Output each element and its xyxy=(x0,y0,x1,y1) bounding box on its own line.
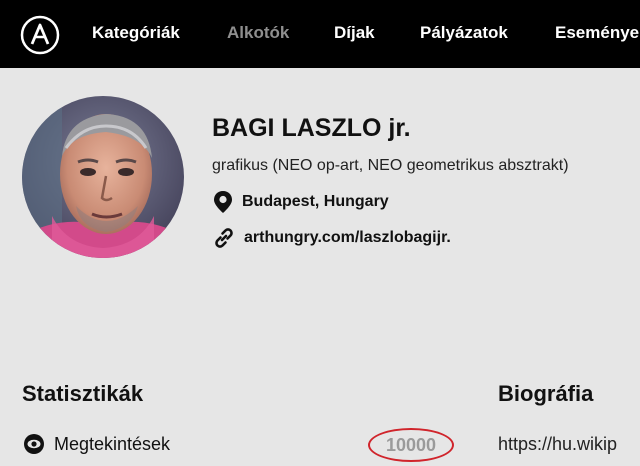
nav-item-kategoriak[interactable]: Kategóriák xyxy=(92,23,180,43)
nav-item-dijak[interactable]: Díjak xyxy=(334,23,375,43)
top-navigation-bar: Kategóriák Alkotók Díjak Pályázatok Esem… xyxy=(0,0,640,68)
portrait-image xyxy=(22,96,184,258)
map-pin-icon xyxy=(214,191,232,213)
link-icon xyxy=(215,228,233,248)
artist-name: BAGI LASZLO jr. xyxy=(212,114,411,142)
bio-title: Biográfia xyxy=(498,381,594,406)
nav-item-esemenyek[interactable]: Eseménye xyxy=(555,23,639,43)
views-label: Megtekintések xyxy=(54,433,171,454)
website-text[interactable]: arthungry.com/laszlobagijr. xyxy=(244,229,451,247)
nav-item-alkotok[interactable]: Alkotók xyxy=(227,23,289,43)
location-text: Budapest, Hungary xyxy=(242,193,389,210)
avatar xyxy=(22,96,184,258)
eye-icon xyxy=(24,434,44,454)
artist-profession: grafikus (NEO op-art, NEO geometrikus ab… xyxy=(212,157,569,174)
site-logo-icon[interactable] xyxy=(20,15,60,55)
location-row: Budapest, Hungary xyxy=(212,190,389,214)
website-link[interactable]: arthungry.com/laszlobagijr. xyxy=(212,226,451,250)
views-count-value: 10000 xyxy=(385,434,437,455)
stats-title: Statisztikák xyxy=(22,381,144,406)
views-count: 10000 xyxy=(368,428,454,462)
views-row: Megtekintések xyxy=(22,432,170,456)
nav-item-palyazatok[interactable]: Pályázatok xyxy=(420,23,508,43)
bio-text[interactable]: https://hu.wikip xyxy=(498,434,640,455)
